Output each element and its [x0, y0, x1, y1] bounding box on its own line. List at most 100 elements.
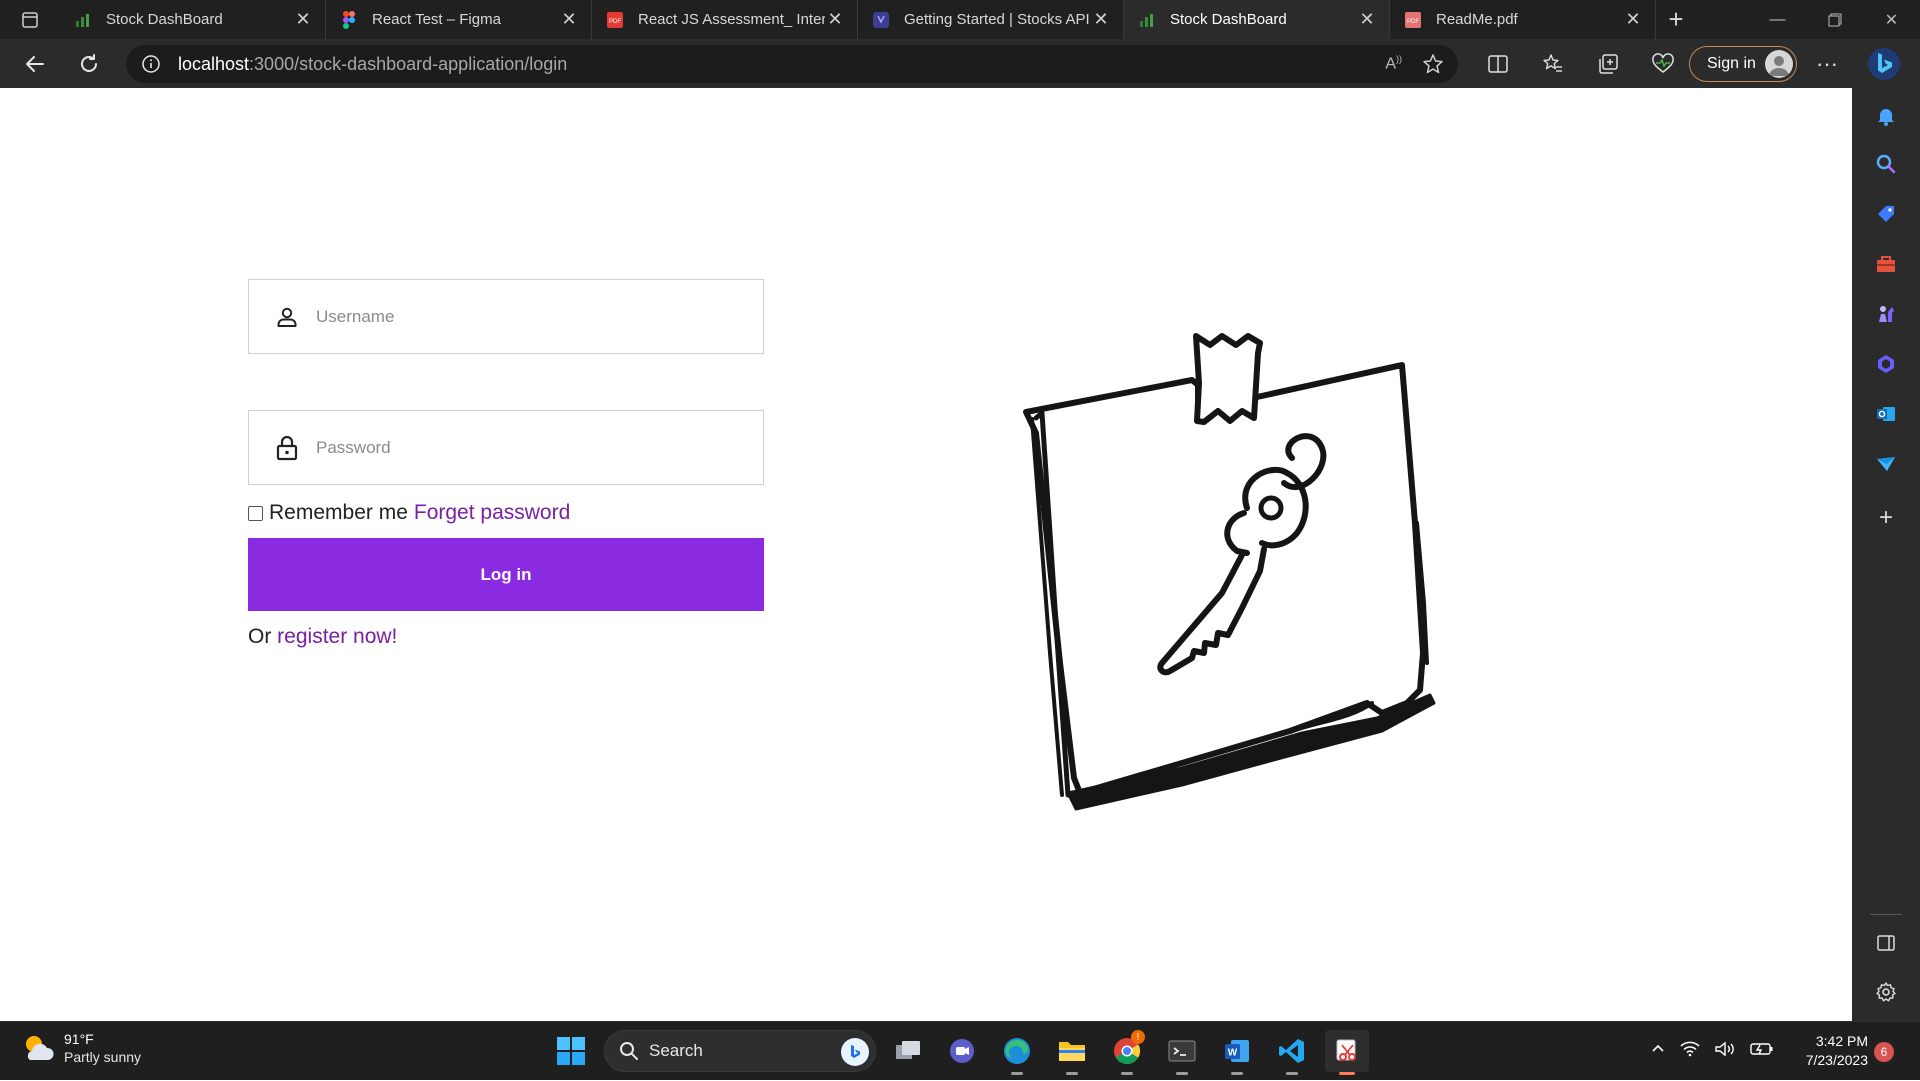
site-info-icon[interactable]	[140, 53, 162, 75]
user-icon	[275, 304, 299, 330]
chevron-up-icon[interactable]	[1650, 1041, 1666, 1062]
tab-readme-pdf[interactable]: PDF ReadMe.pdf ✕	[1390, 0, 1656, 39]
collections-icon	[1598, 53, 1618, 74]
back-button[interactable]	[8, 44, 62, 84]
edge-app-button[interactable]	[995, 1030, 1039, 1075]
restore-button[interactable]	[1806, 0, 1863, 39]
address-bar[interactable]: localhost:3000/stock-dashboard-applicati…	[126, 45, 1458, 83]
settings-more-button[interactable]: ···	[1805, 44, 1849, 84]
tab-title: Stock DashBoard	[106, 11, 223, 28]
bing-icon	[841, 1038, 869, 1066]
task-view-button[interactable]	[886, 1030, 930, 1072]
battery-icon[interactable]	[1750, 1041, 1774, 1062]
register-prefix: Or	[248, 625, 272, 648]
favorites-icon	[1542, 53, 1562, 72]
register-now-link[interactable]: register now!	[277, 625, 397, 648]
split-screen-button[interactable]	[1470, 44, 1525, 84]
notification-count-badge[interactable]: 6	[1874, 1042, 1894, 1062]
remember-me-checkbox[interactable]	[248, 505, 263, 521]
taskbar-clock[interactable]: 3:42 PM 7/23/2023	[1788, 1032, 1868, 1070]
teams-chat-icon	[950, 1039, 974, 1063]
browser-essentials-button[interactable]	[1635, 44, 1690, 84]
sidebar-panel-icon	[1877, 935, 1895, 951]
notifications-button[interactable]	[1866, 96, 1906, 136]
sign-in-button[interactable]: Sign in	[1689, 46, 1797, 82]
close-icon[interactable]: ✕	[559, 9, 579, 30]
more-dots-icon: ···	[1816, 51, 1838, 76]
teams-chat-button[interactable]	[940, 1030, 984, 1072]
browser-titlebar: Stock DashBoard ✕ React Test – Figma ✕ P…	[0, 0, 1920, 39]
tab-actions-button[interactable]	[0, 0, 60, 39]
back-arrow-icon	[26, 55, 44, 72]
sidebar-settings-button[interactable]	[1866, 972, 1906, 1012]
pdf-icon: PDF	[1404, 11, 1422, 29]
search-icon	[620, 1042, 638, 1060]
wifi-icon[interactable]	[1680, 1041, 1700, 1062]
plus-icon: +	[1668, 4, 1684, 34]
favorite-star-icon[interactable]	[1422, 53, 1444, 75]
search-sidebar-button[interactable]	[1866, 144, 1906, 184]
weather-widget[interactable]: 91°F Partly sunny	[20, 1030, 141, 1066]
close-icon[interactable]: ✕	[1357, 9, 1377, 30]
forget-password-link[interactable]: Forget password	[414, 501, 570, 525]
clock-time: 3:42 PM	[1815, 1033, 1868, 1049]
terminal-app-button[interactable]	[1160, 1030, 1204, 1075]
username-input[interactable]	[314, 305, 763, 328]
login-form: Remember me Forget password Log in Or re…	[248, 279, 764, 649]
password-input[interactable]	[314, 436, 763, 459]
running-indicator	[1339, 1072, 1355, 1075]
edge-browser-icon	[1004, 1038, 1030, 1064]
drop-button[interactable]	[1866, 444, 1906, 484]
collections-button[interactable]	[1580, 44, 1635, 84]
close-icon[interactable]: ✕	[293, 9, 313, 30]
close-icon[interactable]: ✕	[825, 9, 845, 30]
tab-stock-dashboard[interactable]: Stock DashBoard ✕	[60, 0, 326, 39]
taskbar-search[interactable]: Search	[604, 1030, 876, 1072]
read-aloud-icon[interactable]: A))	[1385, 54, 1402, 73]
minimize-button[interactable]: —	[1749, 0, 1806, 39]
start-button[interactable]	[552, 1032, 590, 1070]
tab-stock-dashboard-active[interactable]: Stock DashBoard ✕	[1124, 0, 1390, 39]
shopping-button[interactable]	[1866, 194, 1906, 234]
login-page: Remember me Forget password Log in Or re…	[0, 88, 1852, 1021]
remember-row: Remember me Forget password	[248, 499, 764, 527]
username-field[interactable]	[248, 279, 764, 354]
snipping-tool-app-button[interactable]	[1325, 1030, 1369, 1075]
tab-react-assessment[interactable]: PDF React JS Assessment_ Interv ✕	[592, 0, 858, 39]
windows-logo-icon	[557, 1037, 585, 1065]
add-sidebar-app-button[interactable]: +	[1866, 498, 1906, 538]
word-app-button[interactable]: W	[1215, 1030, 1259, 1075]
tab-stocks-api[interactable]: Getting Started | Stocks API ✕	[858, 0, 1124, 39]
close-icon[interactable]: ✕	[1091, 9, 1111, 30]
close-icon[interactable]: ✕	[1623, 9, 1643, 30]
tab-title: React Test – Figma	[372, 11, 501, 28]
task-view-icon	[896, 1041, 920, 1059]
new-tab-button[interactable]: +	[1656, 0, 1696, 39]
outlook-button[interactable]	[1866, 394, 1906, 434]
chart-favicon-icon	[1138, 11, 1156, 29]
minimize-icon: —	[1769, 10, 1786, 28]
microsoft-365-button[interactable]	[1866, 344, 1906, 384]
remember-me-label[interactable]: Remember me	[269, 501, 408, 525]
vscode-app-button[interactable]	[1270, 1030, 1314, 1075]
chrome-app-button[interactable]: !	[1105, 1030, 1149, 1075]
hide-sidebar-button[interactable]	[1866, 923, 1906, 963]
password-field[interactable]	[248, 410, 764, 485]
search-label: Search	[649, 1041, 703, 1060]
refresh-button[interactable]	[62, 44, 116, 84]
volume-icon[interactable]	[1714, 1041, 1736, 1062]
tab-figma[interactable]: React Test – Figma ✕	[326, 0, 592, 39]
svg-text:PDF: PDF	[609, 19, 621, 25]
running-indicator	[1176, 1072, 1188, 1075]
svg-text:W: W	[1228, 1048, 1238, 1059]
login-button[interactable]: Log in	[248, 538, 764, 611]
close-window-button[interactable]: ✕	[1863, 0, 1920, 39]
favorites-button[interactable]	[1525, 44, 1580, 84]
svg-text:PDF: PDF	[1407, 19, 1419, 25]
bing-copilot-button[interactable]	[1862, 42, 1906, 86]
games-button[interactable]	[1866, 294, 1906, 334]
paper-plane-icon	[1877, 457, 1895, 471]
tab-title: ReadMe.pdf	[1436, 11, 1518, 28]
tools-button[interactable]	[1866, 244, 1906, 284]
file-explorer-button[interactable]	[1050, 1030, 1094, 1075]
